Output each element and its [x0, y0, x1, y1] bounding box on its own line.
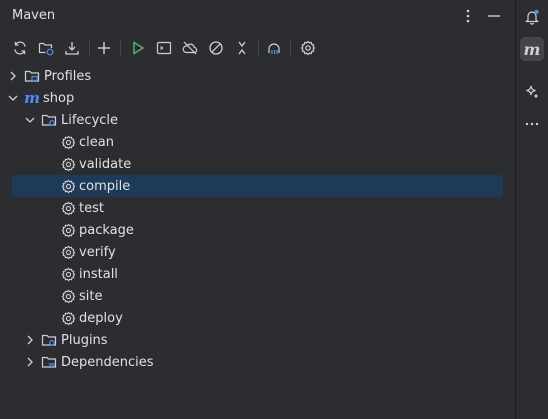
tree-node-dependencies[interactable]: Dependencies: [12, 351, 503, 373]
gear-icon: [60, 200, 76, 216]
toggle-offline-button[interactable]: [179, 37, 201, 59]
gear-icon: [60, 222, 76, 238]
toolbar-separator: [290, 39, 291, 57]
lifecycle-goal-package[interactable]: package: [12, 219, 503, 241]
goal-label: clean: [79, 134, 114, 150]
folder-sync-icon: [38, 42, 54, 56]
lifecycle-goal-validate[interactable]: validate: [12, 153, 503, 175]
chevron-right-icon[interactable]: [23, 355, 37, 369]
lifecycle-goal-deploy[interactable]: deploy: [12, 307, 503, 329]
chevron-down-icon[interactable]: [6, 91, 20, 105]
gear-icon: [300, 40, 316, 56]
tool-window-header: Maven: [0, 0, 515, 32]
tree-node-plugins[interactable]: Plugins: [12, 329, 503, 351]
plus-icon: [98, 42, 110, 54]
tree-node-lifecycle[interactable]: Lifecycle: [12, 109, 503, 131]
tool-window-title: Maven: [12, 8, 56, 23]
goal-label: deploy: [79, 310, 123, 326]
dependencies-icon: [268, 43, 280, 54]
gear-icon: [60, 156, 76, 172]
run-icon: [133, 41, 145, 55]
maven-tool-window: Maven Profiles m shop Lifecycle clean va…: [0, 0, 515, 419]
tree-node-label: Plugins: [61, 332, 108, 348]
tree-node-project[interactable]: m shop: [8, 87, 503, 109]
bell-icon: [525, 9, 539, 25]
minimize-icon[interactable]: [484, 6, 504, 26]
tree-node-label: Lifecycle: [61, 112, 119, 128]
tree-node-label: Profiles: [44, 68, 92, 84]
download-icon: [65, 42, 79, 55]
add-project-button[interactable]: [93, 37, 115, 59]
folder-profiles-icon: [24, 68, 40, 84]
notifications-button[interactable]: [520, 5, 544, 29]
skip-tests-button[interactable]: [205, 37, 227, 59]
ellipsis-icon: [525, 122, 539, 126]
maven-project-icon: m: [24, 89, 40, 107]
tree-node-profiles[interactable]: Profiles: [10, 65, 503, 87]
sparkle-icon: [526, 85, 538, 98]
generate-sources-button[interactable]: [35, 37, 57, 59]
show-dependencies-button[interactable]: [263, 37, 285, 59]
gear-icon: [60, 288, 76, 304]
folder-dependencies-icon: [41, 354, 57, 370]
gear-icon: [60, 266, 76, 282]
lifecycle-goal-verify[interactable]: verify: [12, 241, 503, 263]
reload-all-button[interactable]: [9, 37, 31, 59]
goal-label: install: [79, 266, 118, 282]
more-tools-button[interactable]: [520, 112, 544, 136]
download-sources-button[interactable]: [61, 37, 83, 59]
tree-node-label: shop: [43, 90, 75, 106]
gear-icon: [60, 134, 76, 150]
gear-icon: [60, 310, 76, 326]
maven-toolbar: [0, 36, 515, 60]
toolbar-separator: [258, 39, 259, 57]
cloud-off-icon: [182, 41, 198, 55]
chevron-down-icon[interactable]: [23, 113, 37, 127]
chevron-right-icon[interactable]: [6, 69, 20, 83]
more-vertical-icon[interactable]: [458, 6, 478, 26]
goal-label: test: [79, 200, 104, 216]
run-button[interactable]: [127, 37, 149, 59]
goal-label: package: [79, 222, 134, 238]
collapse-icon: [238, 41, 246, 55]
right-tool-strip: m: [515, 0, 548, 419]
goal-label: verify: [79, 244, 116, 260]
refresh-icon: [14, 41, 26, 55]
lifecycle-goal-compile[interactable]: compile: [12, 175, 503, 197]
circle-slash-icon: [209, 41, 223, 55]
maven-tool-button[interactable]: m: [520, 37, 544, 61]
lifecycle-goal-site[interactable]: site: [12, 285, 503, 307]
tree-node-label: Dependencies: [61, 354, 154, 370]
chevron-right-icon[interactable]: [23, 333, 37, 347]
settings-button[interactable]: [297, 37, 319, 59]
ai-assistant-button[interactable]: [520, 80, 544, 104]
toolbar-separator: [120, 39, 121, 57]
folder-plugins-icon: [41, 332, 57, 348]
lifecycle-goal-install[interactable]: install: [12, 263, 503, 285]
toolbar-separator: [89, 39, 90, 57]
lifecycle-goal-test[interactable]: test: [12, 197, 503, 219]
goal-label: site: [79, 288, 103, 304]
gear-icon: [60, 178, 76, 194]
terminal-icon: [156, 41, 172, 55]
lifecycle-goal-clean[interactable]: clean: [12, 131, 503, 153]
collapse-all-button[interactable]: [231, 37, 253, 59]
execute-goal-button[interactable]: [153, 37, 175, 59]
folder-lifecycle-icon: [41, 112, 57, 128]
goal-label: compile: [79, 178, 131, 194]
goal-label: validate: [79, 156, 132, 172]
gear-icon: [60, 244, 76, 260]
